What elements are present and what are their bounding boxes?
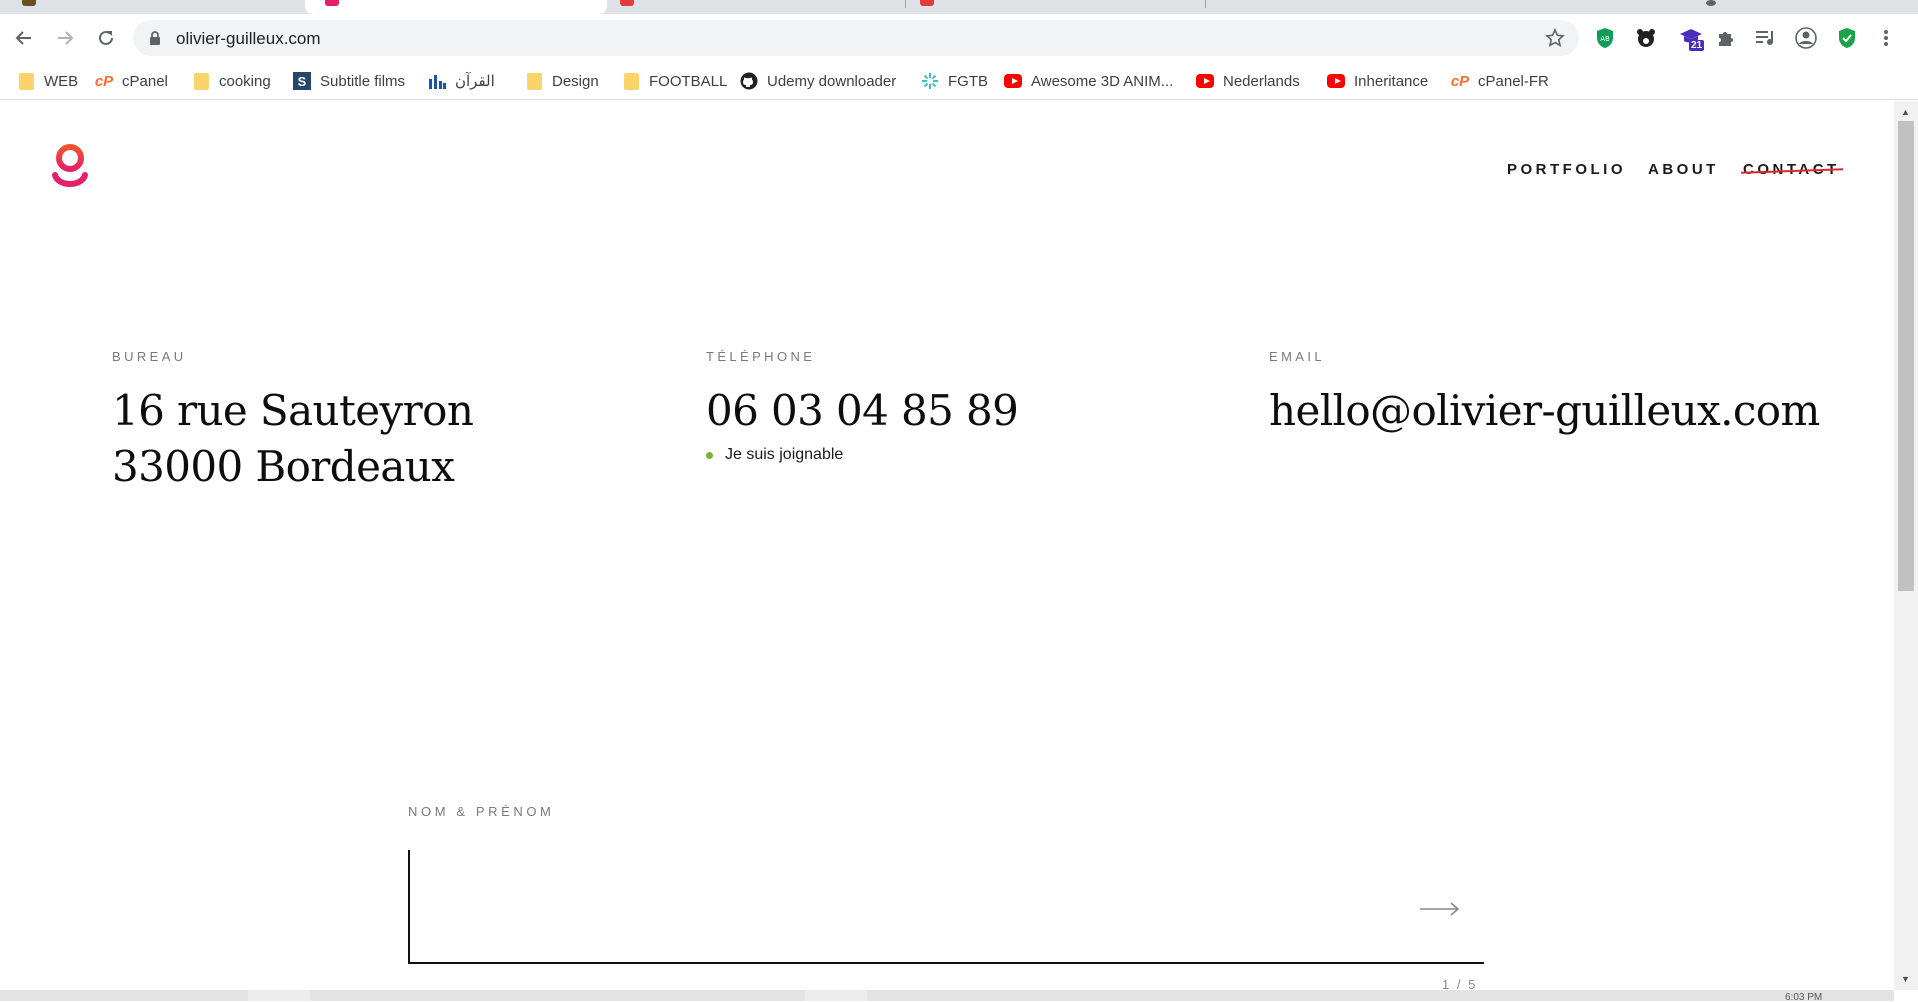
telephone-label: TÉLÉPHONE [706, 349, 816, 364]
browser-toolbar: olivier-guilleux.com AB 21 [0, 14, 1918, 62]
bookmarks-bar: WEB cP cPanel cooking S Subtitle films ا… [0, 62, 1918, 100]
bookmark-label: Awesome 3D ANIM... [1031, 72, 1174, 90]
cpanel-icon: cP [1450, 72, 1470, 90]
address-line-2: 33000 Bordeaux [112, 442, 455, 491]
bookmark-cpanel-fr[interactable]: cP cPanel-FR [1451, 69, 1549, 93]
bookmark-label: Udemy downloader [767, 72, 897, 90]
lock-icon [150, 31, 160, 45]
bookmark-label: Nederlands [1223, 72, 1300, 90]
subtitle-s-icon: S [293, 72, 311, 90]
bottom-strip [0, 990, 1894, 1001]
bookmark-label: cPanel [122, 72, 168, 90]
bar-chart-icon [428, 72, 446, 90]
bookmark-cpanel[interactable]: cP cPanel [95, 69, 168, 93]
back-arrow-icon [15, 31, 31, 45]
scroll-up-arrow-icon[interactable]: ▲ [1901, 107, 1910, 117]
svg-text:AB: AB [1600, 35, 1610, 43]
bookmark-label: Inheritance [1354, 72, 1429, 90]
bookmark-design[interactable]: Design [525, 69, 599, 93]
scroll-down-arrow-icon[interactable]: ▼ [1901, 974, 1910, 984]
url-text: olivier-guilleux.com [176, 29, 321, 48]
tab-separator [905, 0, 906, 8]
github-icon [740, 72, 758, 90]
fgtb-icon [921, 72, 939, 90]
tab-strip [0, 0, 1918, 14]
tab-favicon [920, 0, 934, 6]
address-line-1: 16 rue Sauteyron [112, 386, 474, 435]
youtube-icon [1327, 72, 1345, 90]
bookmark-nederlands[interactable]: Nederlands [1196, 69, 1300, 93]
bookmark-web[interactable]: WEB [17, 69, 78, 93]
name-field-label: NOM & PRÉNOM [408, 804, 555, 819]
form-step-indicator: 1 / 5 [1442, 977, 1478, 990]
bookmark-inheritance[interactable]: Inheritance [1327, 69, 1428, 93]
graduation-extension-icon[interactable]: 21 [1676, 26, 1706, 51]
bookmark-fgtb[interactable]: FGTB [921, 69, 988, 93]
tab-favicon [22, 0, 36, 6]
bookmark-cooking[interactable]: cooking [192, 69, 271, 93]
reload-icon [99, 30, 113, 45]
folder-icon [525, 72, 543, 90]
address-bar[interactable]: olivier-guilleux.com [133, 20, 1579, 56]
profile-avatar-icon[interactable] [1794, 26, 1818, 50]
bookmark-label: القرآن [455, 73, 495, 90]
media-queue-icon[interactable] [1754, 26, 1778, 50]
forward-arrow-icon [58, 31, 74, 45]
youtube-icon [1196, 72, 1214, 90]
bookmark-subtitle-films[interactable]: S Subtitle films [293, 69, 405, 93]
folder-icon [192, 72, 210, 90]
more-menu-icon[interactable] [1874, 26, 1898, 50]
cpanel-icon: cP [94, 72, 114, 90]
email-label: EMAIL [1269, 349, 1326, 364]
email-link[interactable]: hello@olivier-guilleux.com [1269, 383, 1820, 439]
bookmark-udemy-downloader[interactable]: Udemy downloader [740, 69, 896, 93]
puzzle-extensions-icon[interactable] [1714, 26, 1738, 50]
vertical-scrollbar[interactable]: ▲ ▼ [1894, 101, 1918, 990]
bookmark-label: WEB [44, 72, 79, 90]
tab-separator [1205, 0, 1206, 8]
bookmark-label: Subtitle films [320, 72, 406, 90]
scrollbar-thumb[interactable] [1898, 121, 1914, 591]
forward-button[interactable] [51, 24, 79, 52]
youtube-icon [1004, 72, 1022, 90]
status-dot-icon [706, 451, 713, 459]
bookmark-quran[interactable]: القرآن [428, 69, 495, 93]
phone-number-link[interactable]: 06 03 04 85 89 [706, 383, 1019, 439]
nav-portfolio-link[interactable]: PORTFOLIO [1507, 161, 1626, 178]
bear-extension-icon[interactable] [1634, 26, 1658, 50]
bookmark-label: FGTB [948, 72, 988, 90]
bookmark-label: FOOTBALL [649, 72, 728, 90]
bookmark-football[interactable]: FOOTBALL [622, 69, 727, 93]
folder-icon [17, 72, 35, 90]
back-button[interactable] [10, 24, 38, 52]
adblock-extension-icon[interactable]: AB [1593, 26, 1617, 50]
taskbar-clock: 6:03 PM [1785, 992, 1823, 1003]
availability-status: Je suis joignable [706, 446, 843, 464]
bookmark-label: cooking [219, 72, 271, 90]
bottom-strip-segment [248, 990, 310, 1001]
bottom-strip-segment [805, 990, 867, 1001]
site-logo-icon[interactable] [50, 143, 90, 195]
folder-icon [622, 72, 640, 90]
bureau-label: BUREAU [112, 349, 187, 364]
page-content: PORTFOLIO ABOUT CONTACT BUREAU 16 rue Sa… [0, 101, 1894, 990]
status-text: Je suis joignable [725, 446, 844, 463]
bookmark-label: Design [552, 72, 599, 90]
tab-active[interactable] [305, 0, 607, 14]
submit-arrow-icon[interactable] [1420, 902, 1460, 916]
tab-favicon [325, 0, 339, 6]
bookmark-star-icon[interactable] [1545, 28, 1565, 48]
tab-favicon [620, 0, 634, 6]
name-input[interactable] [408, 850, 1484, 964]
nav-about-link[interactable]: ABOUT [1648, 161, 1719, 178]
reload-button[interactable] [92, 24, 120, 52]
bookmark-label: cPanel-FR [1478, 72, 1549, 90]
bookmark-awesome-3d[interactable]: Awesome 3D ANIM... [1004, 69, 1173, 93]
extension-badge: 21 [1691, 40, 1703, 51]
tab-favicon [1706, 0, 1716, 6]
shield-check-extension-icon[interactable] [1835, 26, 1859, 50]
